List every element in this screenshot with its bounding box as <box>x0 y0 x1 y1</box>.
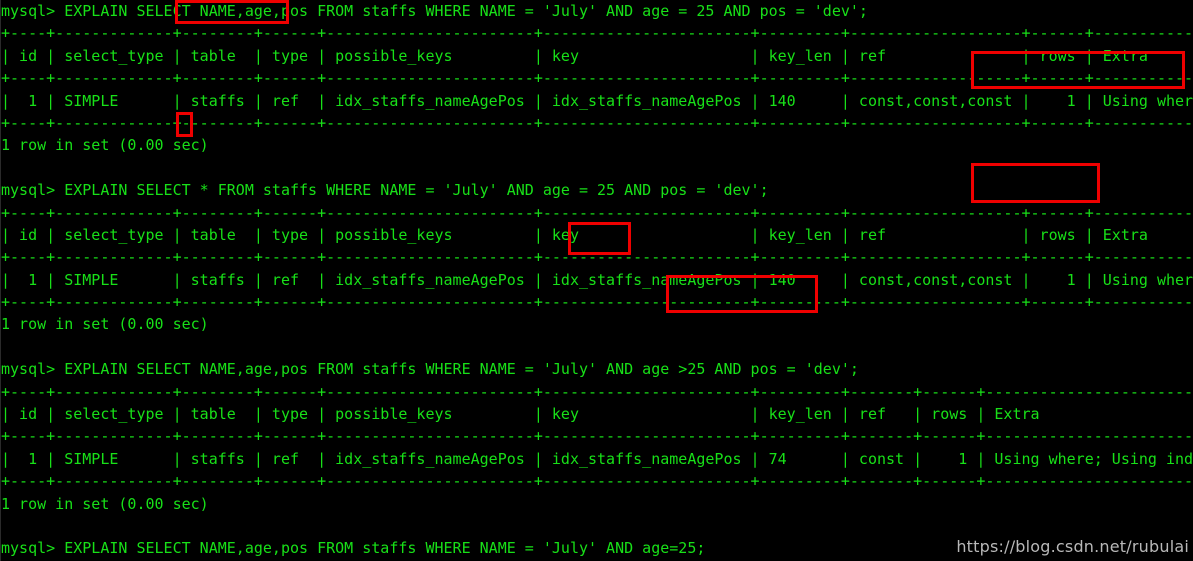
terminal-line: mysql> EXPLAIN SELECT NAME,age,pos FROM … <box>1 2 868 20</box>
terminal-line: | 1 | SIMPLE | staffs | ref | idx_staffs… <box>1 449 1193 468</box>
terminal-line: | id | select_type | table | type | poss… <box>1 46 1148 65</box>
terminal-line: +----+-------------+--------+------+----… <box>1 203 1193 222</box>
terminal-line: +----+-------------+--------+------+----… <box>1 248 1193 267</box>
terminal-line: mysql> EXPLAIN SELECT * FROM staffs WHER… <box>1 181 769 200</box>
terminal-line: +----+-------------+--------+------+----… <box>1 293 1193 312</box>
terminal-line: 1 row in set (0.00 sec) <box>1 494 209 513</box>
terminal-line: +----+-------------+--------+------+----… <box>1 113 1193 132</box>
terminal-line: +----+-------------+--------+------+----… <box>1 382 1193 401</box>
terminal-line: mysql> EXPLAIN SELECT NAME,age,pos FROM … <box>1 360 859 379</box>
terminal-line: +----+-------------+--------+------+----… <box>1 24 1193 43</box>
terminal-line: | 1 | SIMPLE | staffs | ref | idx_staffs… <box>1 270 1193 289</box>
terminal-line: | 1 | SIMPLE | staffs | ref | idx_staffs… <box>1 91 1193 110</box>
terminal-line: 1 row in set (0.00 sec) <box>1 315 209 334</box>
terminal-line: | id | select_type | table | type | poss… <box>1 225 1193 244</box>
terminal-line: +----+-------------+--------+------+----… <box>1 69 1193 88</box>
terminal-output: mysql> EXPLAIN SELECT NAME,age,pos FROM … <box>1 0 1193 561</box>
watermark: https://blog.csdn.net/rubulai <box>956 537 1189 556</box>
terminal-line: +----+-------------+--------+------+----… <box>1 427 1193 446</box>
terminal-line: +----+-------------+--------+------+----… <box>1 472 1193 491</box>
terminal-line: 1 row in set (0.00 sec) <box>1 136 209 155</box>
terminal-line: | id | select_type | table | type | poss… <box>1 405 1193 424</box>
terminal-window: mysql> EXPLAIN SELECT NAME,age,pos FROM … <box>0 0 1193 561</box>
